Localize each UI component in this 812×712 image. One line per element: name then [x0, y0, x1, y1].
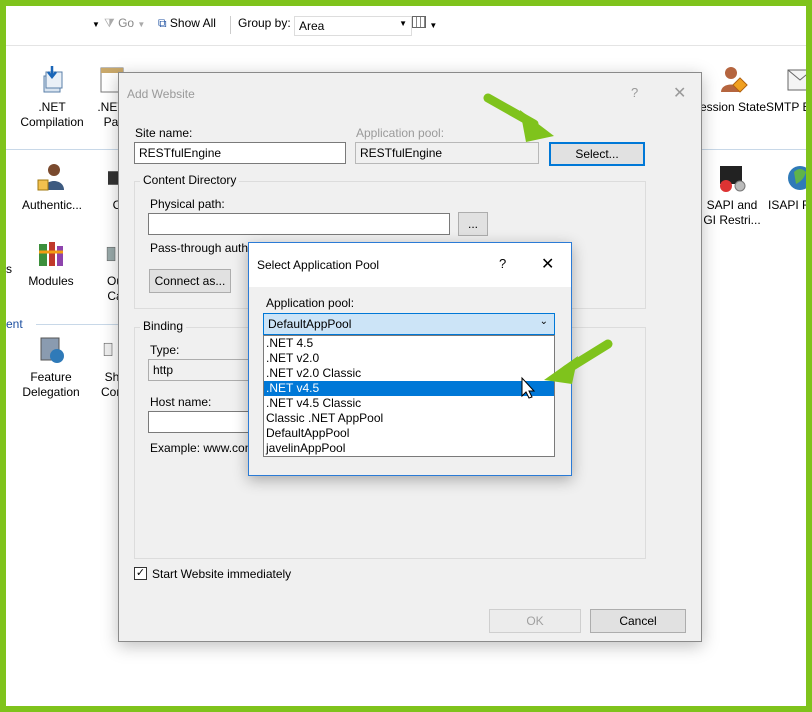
modules-icon [39, 242, 63, 266]
group-by-select[interactable]: Area ▼ [294, 16, 412, 36]
toolbar: ▼ ⧩ Go ▼ ⧉ Show All Group by: Area ▼ ▼ [6, 6, 806, 46]
feature-session-state[interactable]: ession State [698, 64, 768, 115]
select-app-pool-button[interactable]: Select... [549, 142, 645, 166]
feature-label: .NET Compilation [20, 100, 84, 129]
view-grid-icon [412, 16, 426, 28]
feature-authentication[interactable]: Authentic... [14, 162, 90, 213]
show-all-icon: ⧉ [158, 16, 167, 30]
filter-dropdown-arrow[interactable]: ▼ [92, 16, 100, 30]
net-compilation-icon [43, 66, 63, 93]
app-pool-combobox[interactable]: DefaultAppPool ⌄ [263, 313, 555, 335]
feature-label: ession State [699, 100, 767, 114]
host-name-input[interactable] [148, 411, 258, 433]
feature-isapi-filters[interactable]: ISAPI F [768, 162, 806, 213]
feature-label: Feature Delegation [22, 370, 80, 399]
feature-smtp-email[interactable]: SMTP E [766, 64, 806, 115]
list-item[interactable]: .NET v4.5 Classic [264, 396, 554, 411]
ok-button[interactable]: OK [489, 609, 581, 633]
start-immediately-label: Start Website immediately [152, 567, 292, 581]
feature-net-compilation[interactable]: .NET Compilation [16, 64, 88, 130]
physical-path-label: Physical path: [150, 197, 225, 211]
host-name-label: Host name: [150, 395, 212, 409]
app-pool-field: RESTfulEngine [355, 142, 539, 164]
type-select[interactable]: http [148, 359, 258, 381]
start-immediately-checkbox[interactable]: ✓ [134, 567, 147, 580]
help-button[interactable]: ? [499, 256, 506, 271]
list-item[interactable]: Classic .NET AppPool [264, 411, 554, 426]
dialog-title: Add Website [127, 87, 195, 101]
isapi-cgi-icon [720, 166, 746, 192]
list-item[interactable]: .NET 4.5 [264, 336, 554, 351]
app-pool-label: Application pool: [266, 296, 355, 310]
authentication-icon [37, 164, 64, 191]
feature-label: Modules [28, 274, 74, 288]
close-icon[interactable]: ✕ [541, 254, 554, 274]
feature-delegation-icon [40, 337, 64, 363]
section-header: ent [6, 317, 23, 331]
list-item-highlighted[interactable]: .NET v4.5 [264, 381, 554, 396]
select-app-pool-dialog: Select Application Pool ? ✕ Application … [248, 242, 572, 476]
feature-label: ISAPI F [768, 198, 806, 212]
host-name-example: Example: www.con [150, 441, 252, 455]
feature-isapi-cgi[interactable]: SAPI and GI Restri... [702, 162, 762, 228]
feature-modules[interactable]: Modules [16, 238, 86, 289]
physical-path-input[interactable] [148, 213, 450, 235]
feature-label: SAPI and GI Restri... [703, 198, 761, 227]
feature-delegation[interactable]: Feature Delegation [14, 334, 88, 400]
binding-label: Binding [140, 319, 187, 333]
close-icon[interactable]: ✕ [673, 83, 686, 103]
content-directory-label: Content Directory [140, 173, 240, 187]
session-state-icon [721, 67, 748, 93]
go-button[interactable]: ⧩ Go ▼ [104, 16, 145, 31]
smtp-email-icon [787, 69, 806, 91]
iis-manager-window: ▼ ⧩ Go ▼ ⧉ Show All Group by: Area ▼ ▼ .… [6, 6, 806, 706]
list-item[interactable]: javelinAppPool [264, 441, 554, 456]
type-label: Type: [150, 343, 180, 357]
toolbar-separator [230, 16, 231, 34]
chevron-down-icon: ▼ [399, 19, 407, 28]
feature-label: SMTP E [766, 100, 806, 114]
view-mode-button[interactable]: ▼ [412, 16, 437, 31]
dialog-title: Select Application Pool [257, 258, 380, 272]
show-all-button[interactable]: ⧉ Show All [158, 16, 216, 31]
app-pool-label: Application pool: [356, 126, 445, 140]
list-item[interactable]: .NET v2.0 Classic [264, 366, 554, 381]
connect-as-button[interactable]: Connect as... [149, 269, 231, 293]
section-divider [36, 324, 118, 325]
group-by-label: Group by: [238, 16, 291, 30]
site-name-input[interactable]: RESTfulEngine [134, 142, 346, 164]
dialog-header: Select Application Pool ? ✕ [249, 243, 571, 287]
section-divider [6, 149, 118, 150]
list-item[interactable]: .NET v2.0 [264, 351, 554, 366]
section-divider [702, 149, 806, 150]
funnel-icon: ⧩ [104, 16, 115, 30]
chevron-down-icon: ⌄ [539, 316, 548, 327]
browse-button[interactable]: ... [458, 212, 488, 236]
help-button[interactable]: ? [631, 85, 638, 100]
isapi-filters-icon [788, 166, 806, 190]
feature-partial: s [6, 262, 12, 276]
feature-label: Authentic... [21, 198, 83, 212]
cancel-button[interactable]: Cancel [590, 609, 686, 633]
list-item[interactable]: DefaultAppPool [264, 426, 554, 441]
site-name-label: Site name: [135, 126, 193, 140]
app-pool-dropdown-list: .NET 4.5 .NET v2.0 .NET v2.0 Classic .NE… [263, 335, 555, 457]
